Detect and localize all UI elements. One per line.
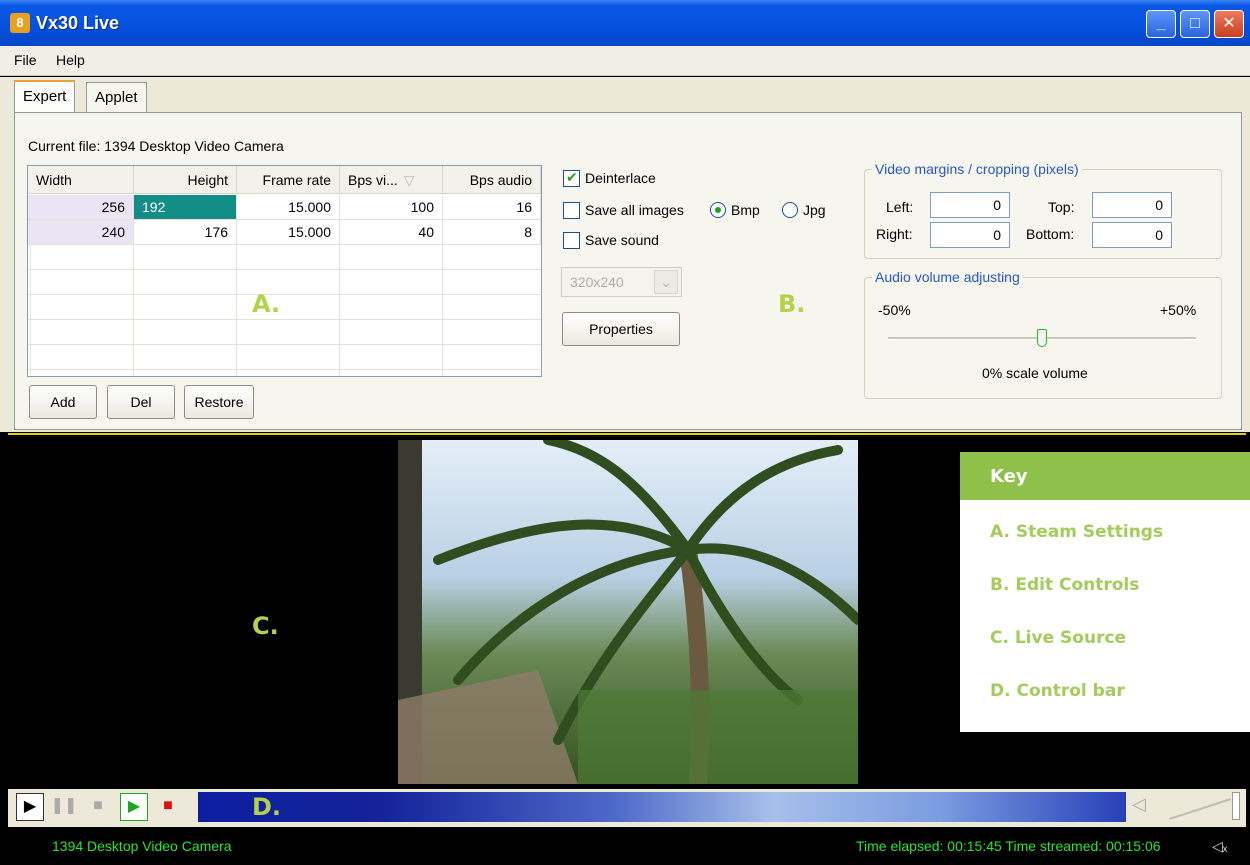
save-sound-checkbox[interactable] [563,232,580,249]
add-button[interactable]: Add [29,385,97,419]
bottom-margin-input[interactable]: 0 [1092,222,1172,248]
table-cell[interactable]: 8 [443,220,541,245]
properties-button[interactable]: Properties [562,312,680,346]
empty-table-rows [28,245,541,376]
bmp-label: Bmp [731,202,760,218]
right-margin-input[interactable]: 0 [930,222,1010,248]
table-cell[interactable]: 240 [28,220,134,245]
volume-value-label: 0% scale volume [982,365,1088,381]
annotation-label-a: A. [252,290,281,318]
window-title: Vx30 Live [36,13,120,33]
palm-tree-image [398,440,858,784]
speaker-icon[interactable]: ◁ [1132,794,1146,815]
resolution-dropdown[interactable]: 320x240 ⌄ [561,267,682,297]
delete-button[interactable]: Del [107,385,175,419]
video-margins-title: Video margins / cropping (pixels) [872,161,1082,177]
table-cell[interactable]: 176 [134,220,237,245]
table-cell[interactable]: 16 [443,195,541,220]
deinterlace-checkbox[interactable] [563,169,580,187]
top-margin-label: Top: [1048,199,1075,215]
audio-volume-title: Audio volume adjusting [872,269,1023,285]
current-file-label: Current file: 1394 Desktop Video Camera [28,138,284,154]
status-time: Time elapsed: 00:15:45 Time streamed: 00… [856,838,1161,854]
status-source: 1394 Desktop Video Camera [52,838,232,854]
column-header-bps-audio[interactable]: Bps audio [443,166,541,194]
restore-button[interactable]: Restore [184,385,254,419]
table-cell[interactable]: 256 [28,195,134,220]
tab-expert[interactable]: Expert [14,80,76,112]
app-icon: 8 [10,13,30,33]
live-video-frame [398,440,858,784]
title-bar [0,0,1250,46]
table-cell[interactable]: 15.000 [237,220,340,245]
progress-bar[interactable] [198,792,1126,822]
column-header-height[interactable]: Height [134,166,237,194]
jpg-label: Jpg [803,202,826,218]
maximize-button[interactable]: □ [1180,10,1210,38]
volume-min-label: -50% [878,302,911,318]
column-header-width[interactable]: Width [28,166,134,194]
key-item-b: B. Edit Controls [990,575,1140,595]
bmp-radio[interactable] [710,202,726,218]
stream-play-icon[interactable]: ▶ [120,793,148,821]
top-margin-input[interactable]: 0 [1092,192,1172,218]
record-stop-icon[interactable]: ■ [154,793,182,821]
save-sound-label: Save sound [585,232,659,248]
play-icon[interactable]: ▶ [16,793,44,821]
resolution-value: 320x240 [570,274,624,290]
chevron-down-icon[interactable]: ⌄ [654,270,678,294]
annotation-label-b: B. [778,290,806,318]
key-item-c: C. Live Source [990,628,1127,648]
column-header-bps-video[interactable]: Bps vi... ▽ [340,166,443,194]
table-cell[interactable]: 100 [340,195,443,220]
left-margin-label: Left: [886,199,914,215]
annotation-label-c: C. [252,612,279,640]
key-item-d: D. Control bar [990,681,1125,701]
sort-icon: ▽ [403,172,415,188]
menu-file[interactable]: File [14,52,37,68]
bottom-margin-label: Bottom: [1026,226,1075,242]
save-all-images-checkbox[interactable] [563,202,580,219]
minimize-button[interactable]: _ [1146,10,1176,38]
stop-icon[interactable]: ■ [84,793,112,821]
right-margin-label: Right: [876,226,913,242]
column-header-label: Bps vi... [348,172,398,188]
key-item-a: A. Steam Settings [990,522,1164,542]
save-all-images-label: Save all images [585,202,684,218]
deinterlace-label: Deinterlace [585,170,656,186]
key-title: Key [960,452,1250,500]
menu-help[interactable]: Help [56,52,85,68]
jpg-radio[interactable] [782,202,798,218]
pause-icon[interactable]: ❚❚ [50,793,78,821]
menu-bar [0,46,1250,76]
volume-max-label: +50% [1160,302,1197,318]
table-cell[interactable]: 15.000 [237,195,340,220]
table-cell[interactable]: 40 [340,220,443,245]
left-margin-input[interactable]: 0 [930,192,1010,218]
mute-icon[interactable]: ◁ₓ [1212,838,1227,855]
column-header-frame-rate[interactable]: Frame rate [237,166,340,194]
volume-handle[interactable] [1232,792,1240,820]
close-button[interactable]: ✕ [1214,10,1244,38]
tab-applet[interactable]: Applet [86,82,147,112]
table-cell-selected[interactable]: 192 [134,195,237,220]
annotation-label-d: D. [252,793,282,821]
volume-slider-thumb[interactable] [1037,329,1047,347]
